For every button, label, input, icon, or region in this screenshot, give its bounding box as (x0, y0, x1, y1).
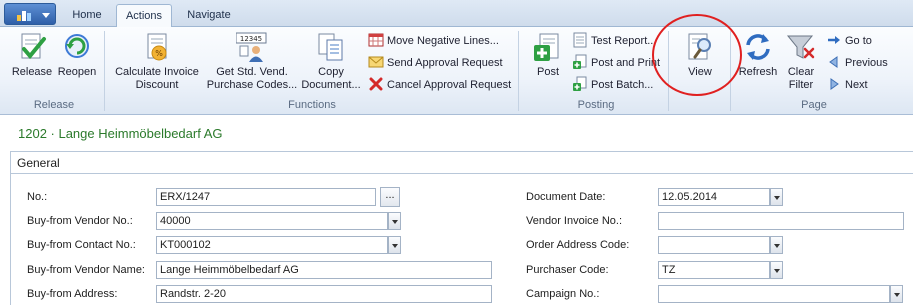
order-address-dropdown-button[interactable] (770, 236, 783, 254)
field-label-vendor-invoice-no: Vendor Invoice No.: (526, 215, 623, 227)
refresh-icon (742, 31, 774, 63)
field-label-buy-from-address: Buy-from Address: (27, 288, 118, 300)
post-print-icon (572, 54, 588, 70)
tab-actions[interactable]: Actions (116, 4, 172, 28)
reopen-button[interactable]: Reopen (55, 31, 99, 79)
contact-no-dropdown-button[interactable] (388, 236, 401, 254)
campaign-no-dropdown-button[interactable] (890, 285, 903, 303)
field-label-campaign-no: Campaign No.: (526, 288, 600, 300)
tab-home[interactable]: Home (62, 4, 112, 27)
previous-button[interactable]: Previous (826, 54, 888, 72)
svg-text:12345: 12345 (240, 35, 262, 43)
next-button[interactable]: Next (826, 76, 868, 94)
purchase-codes-icon: 12345 (235, 31, 268, 63)
app-logo-icon (17, 9, 35, 21)
document-date-dropdown-button[interactable] (770, 188, 783, 206)
refresh-button[interactable]: Refresh (736, 31, 780, 79)
buy-from-vendor-no-field[interactable]: 40000 (156, 212, 388, 230)
page-group-label: Page (801, 99, 827, 111)
general-fasttab: General No.: ERX/1247 ... Buy-from Vendo… (10, 151, 913, 305)
release-group-label: Release (33, 99, 75, 111)
page-title: 1202 · Lange Heimmöbelbedarf AG (18, 126, 223, 141)
posting-group-label: Posting (577, 99, 615, 111)
ribbon-tab-row: Home Actions Navigate (0, 0, 913, 28)
triangle-left-icon (826, 54, 842, 70)
vendor-invoice-no-field[interactable] (658, 212, 904, 230)
post-button[interactable]: Post (526, 31, 570, 79)
discount-document-icon: % (141, 31, 173, 63)
magnifier-document-icon (684, 31, 716, 63)
campaign-no-field[interactable] (658, 285, 890, 303)
order-address-code-field[interactable] (658, 236, 770, 254)
post-batch-icon (572, 76, 588, 92)
group-divider (730, 31, 731, 111)
red-x-icon (368, 76, 384, 92)
calculate-invoice-discount-button[interactable]: % Calculate Invoice Discount (110, 31, 204, 92)
release-button[interactable]: Release (8, 31, 56, 79)
arrow-right-icon (826, 32, 842, 48)
field-label-buy-from-contact-no: Buy-from Contact No.: (27, 239, 136, 251)
document-date-field[interactable]: 12.05.2014 (658, 188, 770, 206)
move-negative-lines-button[interactable]: Move Negative Lines... (368, 32, 499, 50)
field-label-buy-from-vendor-name: Buy-from Vendor Name: (27, 264, 145, 276)
vendor-no-dropdown-button[interactable] (388, 212, 401, 230)
ribbon-actions-panel: Release Reopen Release % Calculate Invoi… (0, 27, 913, 115)
send-approval-request-button[interactable]: Send Approval Request (368, 54, 503, 72)
group-divider (104, 31, 105, 111)
post-document-icon (532, 31, 564, 63)
funnel-clear-icon (785, 31, 817, 63)
no-field[interactable]: ERX/1247 (156, 188, 376, 206)
tab-navigate[interactable]: Navigate (176, 4, 242, 27)
go-to-button[interactable]: Go to (826, 32, 872, 50)
purchaser-code-field[interactable]: TZ (658, 261, 770, 279)
fasttab-header-general[interactable]: General (11, 152, 913, 174)
triangle-right-icon (826, 76, 842, 92)
buy-from-address-field[interactable]: Randstr. 2-20 (156, 285, 492, 303)
cancel-approval-request-button[interactable]: Cancel Approval Request (368, 76, 511, 94)
copy-document-icon (315, 31, 347, 63)
post-and-print-button[interactable]: Post and Print (572, 54, 660, 72)
get-std-vendor-purchase-codes-button[interactable]: 12345 Get Std. Vend. Purchase Codes... (204, 31, 300, 92)
post-batch-button[interactable]: Post Batch... (572, 76, 653, 94)
functions-group-label: Functions (288, 99, 336, 111)
svg-text:%: % (155, 49, 163, 58)
group-divider (518, 31, 519, 111)
application-menu-button[interactable] (4, 3, 56, 25)
copy-document-button[interactable]: Copy Document... (300, 31, 362, 92)
calendar-grid-icon (368, 32, 384, 48)
report-icon (572, 32, 588, 48)
field-label-no: No.: (27, 191, 48, 203)
envelope-icon (368, 54, 384, 70)
release-document-icon (16, 31, 48, 63)
assist-edit-button[interactable]: ... (380, 187, 400, 207)
clear-filter-button[interactable]: Clear Filter (780, 31, 822, 92)
purchaser-code-dropdown-button[interactable] (770, 261, 783, 279)
group-divider (668, 31, 669, 111)
field-label-document-date: Document Date: (526, 191, 606, 203)
field-label-order-address-code: Order Address Code: (526, 239, 630, 251)
reopen-icon (61, 31, 93, 63)
test-report-button[interactable]: Test Report... (572, 32, 656, 50)
buy-from-vendor-name-field[interactable]: Lange Heimmöbelbedarf AG (156, 261, 492, 279)
buy-from-contact-no-field[interactable]: KT000102 (156, 236, 388, 254)
field-label-buy-from-vendor-no: Buy-from Vendor No.: (27, 215, 133, 227)
view-button[interactable]: View (676, 31, 724, 79)
chevron-down-icon (42, 13, 50, 18)
field-label-purchaser-code: Purchaser Code: (526, 264, 609, 276)
